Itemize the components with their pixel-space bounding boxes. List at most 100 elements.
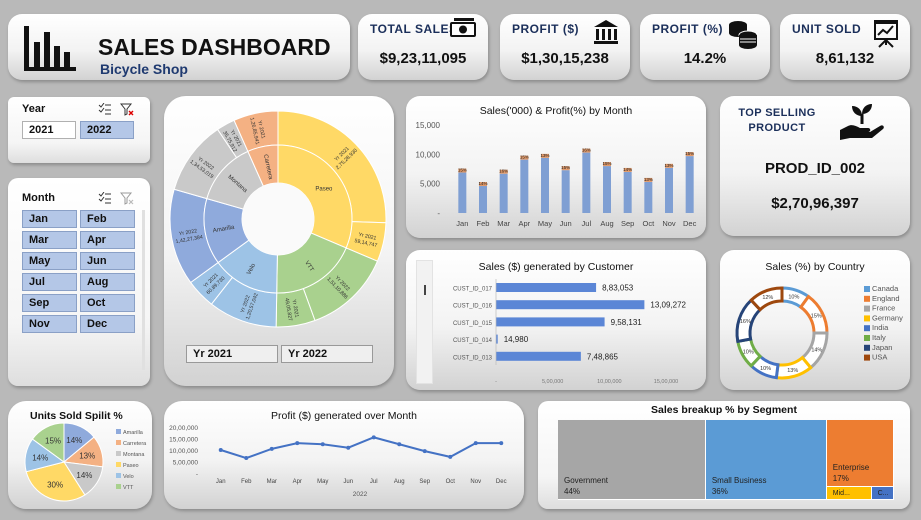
x-tick-label: Sep [419, 479, 430, 485]
units-percent-label: 14% [76, 471, 92, 480]
profit-data-label: 13% [540, 153, 549, 158]
legend-swatch [864, 286, 870, 292]
units-split-pie: 14% 13% 14% 30% 14% 15% Amarilla Carretera Monta… [24, 422, 147, 502]
month-option-nov[interactable]: Nov [22, 315, 77, 333]
header-card: SALES DASHBOARD Bicycle Shop [8, 14, 350, 80]
kpi-profit-pct: PROFIT (%) 14.2% [640, 14, 770, 80]
profit-month-line-chart: 20,00,000 15,00,000 10,00,000 5,00,000 - Jan F… [169, 425, 507, 498]
customer-value-label: 7,48,865 [587, 352, 619, 361]
sunburst-chart: Yr 20212,75,28,930Yr 202159,14,747Yr 202… [169, 110, 387, 328]
y-tick-label: 5,00,000 [173, 460, 199, 467]
x-tick-label: Aug [394, 479, 405, 485]
x-axis-label: 2022 [353, 491, 368, 498]
x-tick-label: Mar [497, 219, 510, 228]
legend-label: France [872, 304, 895, 313]
country-percent-label: 10% [760, 366, 771, 372]
sunburst-button-yr2022[interactable]: Yr 2022 [281, 345, 373, 363]
top-product-label: TOP SELLING PRODUCT [738, 107, 816, 134]
month-option-feb[interactable]: Feb [80, 210, 135, 228]
sales-bar [644, 181, 653, 213]
year-option-2021[interactable]: 2021 [22, 121, 76, 139]
legend-label: Velo [123, 474, 134, 480]
month-option-sep[interactable]: Sep [22, 294, 77, 312]
segment-mid-market: Mid... [826, 486, 872, 500]
sales-bar [561, 170, 570, 213]
y-tick-label: 10,000 [416, 150, 441, 159]
sales-country-donut: 10% 15% 14% 13% 10% 10% 16% 12% CanadaEnglandFra… [735, 284, 903, 380]
sunburst-inner-label: Paseo [315, 187, 333, 193]
sales-bar [603, 166, 611, 213]
customer-value-label: 9,58,131 [611, 318, 643, 327]
sales-bar [520, 159, 529, 213]
legend-label: England [872, 294, 900, 303]
top-product-value: $2,70,96,397 [771, 195, 859, 212]
units-percent-label: 30% [47, 480, 63, 489]
legend-swatch [864, 305, 870, 312]
x-tick-label: Aug [600, 219, 613, 228]
segment-government-percent: 44% [564, 487, 581, 496]
month-option-jul[interactable]: Jul [22, 273, 77, 291]
customer-value-label: 13,09,272 [650, 301, 686, 310]
month-option-may[interactable]: May [22, 252, 77, 270]
x-tick-label: Mar [267, 479, 277, 485]
sunburst-hole [242, 183, 314, 255]
customer-label: CUST_ID_017 [453, 287, 493, 293]
multi-select-icon[interactable] [98, 103, 112, 115]
clear-filter-icon[interactable] [120, 103, 134, 116]
x-tick-label: Apr [293, 479, 302, 485]
segment-mid-market-label: Mid... [832, 489, 850, 497]
country-percent-label: 12% [762, 295, 773, 301]
segment-small-business: Small Business 36% [705, 420, 827, 500]
month-option-apr[interactable]: Apr [80, 231, 135, 249]
top-product-card: TOP SELLING PRODUCT PROD_ID_002 $2,70,96… [720, 96, 910, 236]
sales-customer-chart: CUST_ID_017 8,83,053 CUST_ID_016 13,09,272 C… [453, 279, 687, 385]
profit-data-label: 14% [478, 181, 487, 186]
month-slicer-scrollbar[interactable] [142, 210, 145, 370]
sales-bar [458, 172, 467, 213]
segment-channel-partners-label: C... [877, 489, 889, 497]
segment-government: Government 44% [558, 420, 706, 500]
segment-treemap: Government 44% Small Business 36% Enterprise… [558, 420, 894, 500]
multi-select-icon[interactable] [98, 192, 112, 204]
sales-profit-month-chart: 15,000 10,000 5,000 - 15% Jan 14% Feb 16% Mar 15% A… [416, 121, 697, 228]
legend-swatch [864, 344, 870, 351]
x-tick-label: 15,00,000 [654, 379, 678, 385]
legend-label: Germany [872, 313, 903, 322]
month-option-jan[interactable]: Jan [22, 210, 77, 228]
kpi-total-sales-label: TOTAL SALES [370, 22, 458, 36]
kpi-units-sold-value: 8,61,132 [815, 50, 875, 67]
units-percent-label: 14% [32, 453, 48, 462]
legend-label: India [872, 323, 889, 332]
legend-label: Japan [872, 343, 892, 352]
profit-point [269, 446, 274, 451]
month-option-jun[interactable]: Jun [80, 252, 135, 270]
kpi-total-sales-value: $9,23,11,095 [379, 50, 467, 67]
bank-icon [594, 20, 618, 44]
filter-icon[interactable] [120, 192, 134, 205]
month-option-oct[interactable]: Oct [80, 294, 135, 312]
profit-data-label: 13% [664, 163, 673, 168]
x-tick-label: Jul [582, 219, 592, 228]
x-tick-label: Feb [241, 479, 252, 485]
legend-label: USA [872, 353, 887, 362]
kpi-profit-pct-label: PROFIT (%) [652, 22, 723, 36]
profit-line [220, 436, 502, 460]
country-percent-label: 16% [740, 319, 751, 325]
x-tick-label: Jan [216, 479, 226, 485]
profit-data-label: 14% [623, 167, 632, 172]
year-option-2022[interactable]: 2022 [80, 121, 134, 139]
cash-icon [450, 18, 476, 37]
x-tick-label: Jun [343, 479, 353, 485]
sunburst-button-yr2021[interactable]: Yr 2021 [186, 345, 278, 363]
kpi-profit-value: $1,30,15,238 [521, 50, 609, 67]
customer-bar [496, 351, 581, 361]
month-option-mar[interactable]: Mar [22, 231, 77, 249]
segment-small-business-percent: 36% [711, 487, 728, 496]
profit-data-label: 15% [458, 168, 467, 173]
month-option-dec[interactable]: Dec [80, 315, 135, 333]
bar-chart-icon [24, 26, 76, 71]
profit-month-card: Profit ($) generated over Month 20,00,00… [164, 401, 524, 509]
month-option-aug[interactable]: Aug [80, 273, 135, 291]
customer-label: CUST_ID_015 [453, 321, 493, 327]
profit-point [371, 435, 376, 440]
